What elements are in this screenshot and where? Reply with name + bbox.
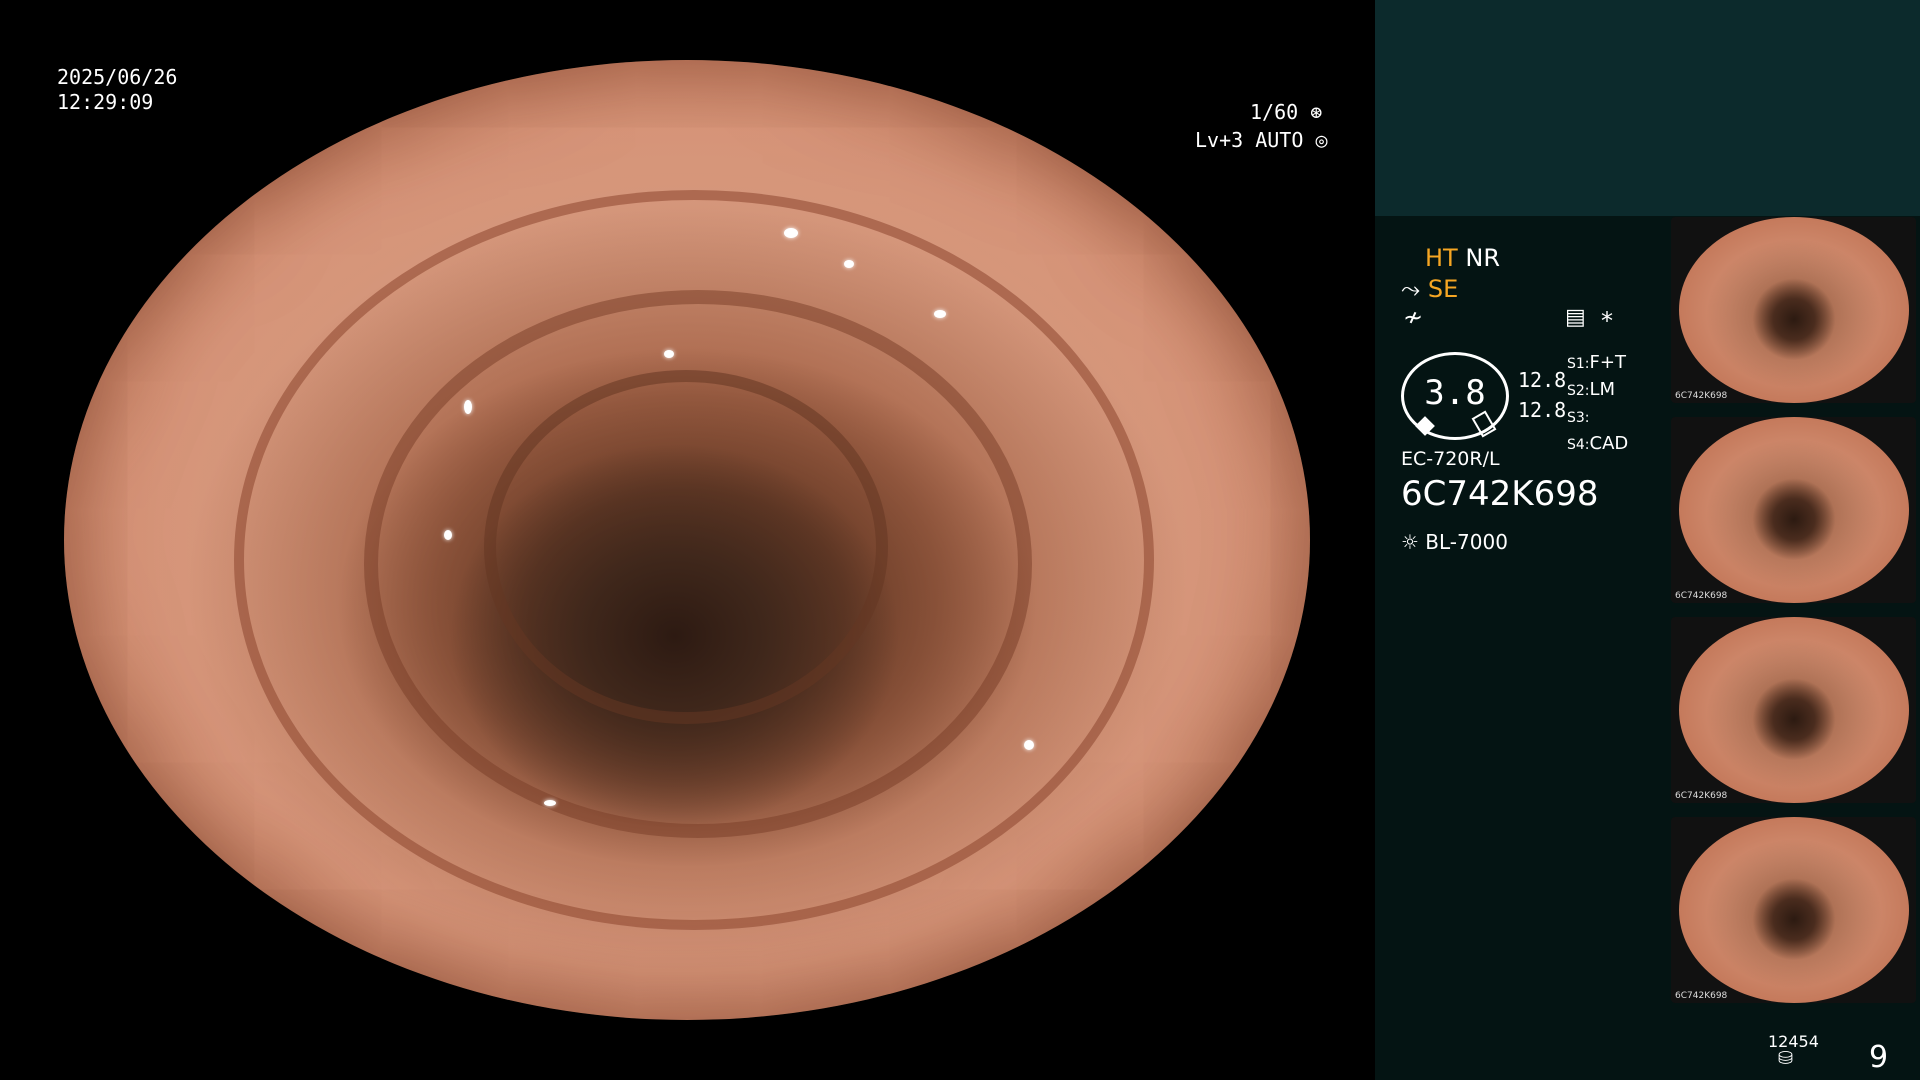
specular-highlight [464, 400, 472, 414]
status-panel: HT NR ⤳ SE ≁ ▤ * 3.8 12.8 12.8 S1:F+T S2… [1375, 0, 1920, 1080]
shutter-value: 1/60 [1250, 100, 1299, 124]
specular-highlight [844, 260, 854, 268]
scope-icon: ⤳ [1401, 275, 1421, 303]
mode-value: AUTO [1255, 128, 1304, 152]
shutter-readout: 1/60 ⊛ [1250, 99, 1322, 125]
dial-marker [1415, 416, 1435, 436]
thumbnail-image [1679, 217, 1909, 403]
specular-highlight [1024, 740, 1034, 750]
setting-s2: S2:LM [1567, 379, 1616, 400]
exam-time: 12:29:09 [57, 90, 154, 114]
specular-highlight [664, 350, 674, 358]
mucosal-fold [484, 370, 888, 724]
thumbnail-image [1679, 417, 1909, 603]
setting-s3: S3: [1567, 410, 1590, 426]
thumbnail-serial: 6C742K698 [1675, 991, 1728, 1001]
settings-list: S1:F+T S2:LM S3: S4:CAD [1567, 350, 1628, 458]
specular-highlight [544, 800, 556, 806]
image-enhance-row: HT NR [1425, 244, 1500, 272]
light-source-model: BL-7000 [1425, 530, 1508, 554]
thumbnail-serial: 6C742K698 [1675, 391, 1728, 401]
light-source-icon: ☼ [1401, 530, 1419, 554]
scope-model: EC-720R/L [1401, 448, 1500, 470]
setting-s4: S4:CAD [1567, 433, 1629, 454]
specular-highlight [324, 80, 334, 90]
thumbnail-serial: 6C742K698 [1675, 791, 1728, 801]
capture-thumbnail[interactable]: 6C742K698 [1671, 817, 1916, 1003]
auto-iris-icon: ◎ [1315, 128, 1328, 152]
capture-thumbnail[interactable]: 6C742K698 [1671, 217, 1916, 403]
panel-header-area [1375, 0, 1920, 216]
value-a: 12.8 [1518, 368, 1567, 392]
exam-date: 2025/06/26 [57, 65, 178, 89]
thumbnail-image [1679, 617, 1909, 803]
endoscope-view: 2025/06/26 12:29:09 1/60 ⊛ Lv+3 AUTO ◎ [0, 0, 1375, 1080]
specular-highlight [444, 530, 452, 540]
thumbnail-serial: 6C742K698 [1675, 591, 1728, 601]
capture-thumbnail[interactable]: 6C742K698 [1671, 417, 1916, 603]
scope-serial: 6C742K698 [1401, 474, 1599, 514]
specular-highlight [784, 228, 798, 238]
level-value: Lv+3 [1195, 128, 1244, 152]
zoom-dial: 3.8 [1401, 352, 1509, 440]
storage-icon: ⛁ [1778, 1048, 1794, 1069]
storage-count: 12454 [1768, 1032, 1819, 1051]
dial-value: 3.8 [1424, 373, 1486, 413]
se-indicator: SE [1427, 275, 1459, 303]
setting-s1: S1:F+T [1567, 352, 1626, 373]
structure-enhance-row: ⤳ SE [1401, 275, 1458, 303]
page-number: 9 [1869, 1040, 1889, 1075]
asterisk-indicator: * [1601, 307, 1613, 335]
memo-icon: ▤ [1565, 305, 1586, 330]
nr-indicator: NR [1465, 244, 1500, 272]
value-b: 12.8 [1518, 398, 1567, 422]
light-source-row: ☼ BL-7000 [1401, 530, 1508, 554]
exposure-readout: Lv+3 AUTO ◎ [1195, 127, 1327, 153]
ht-indicator: HT [1425, 244, 1458, 272]
tilde-icon: ≁ [1403, 303, 1424, 331]
shutter-icon: ⊛ [1310, 100, 1323, 124]
endoscopic-image [64, 60, 1310, 1020]
dial-marker [1471, 410, 1497, 438]
thumbnail-image [1679, 817, 1909, 1003]
specular-highlight [934, 310, 946, 318]
capture-thumbnail[interactable]: 6C742K698 [1671, 617, 1916, 803]
